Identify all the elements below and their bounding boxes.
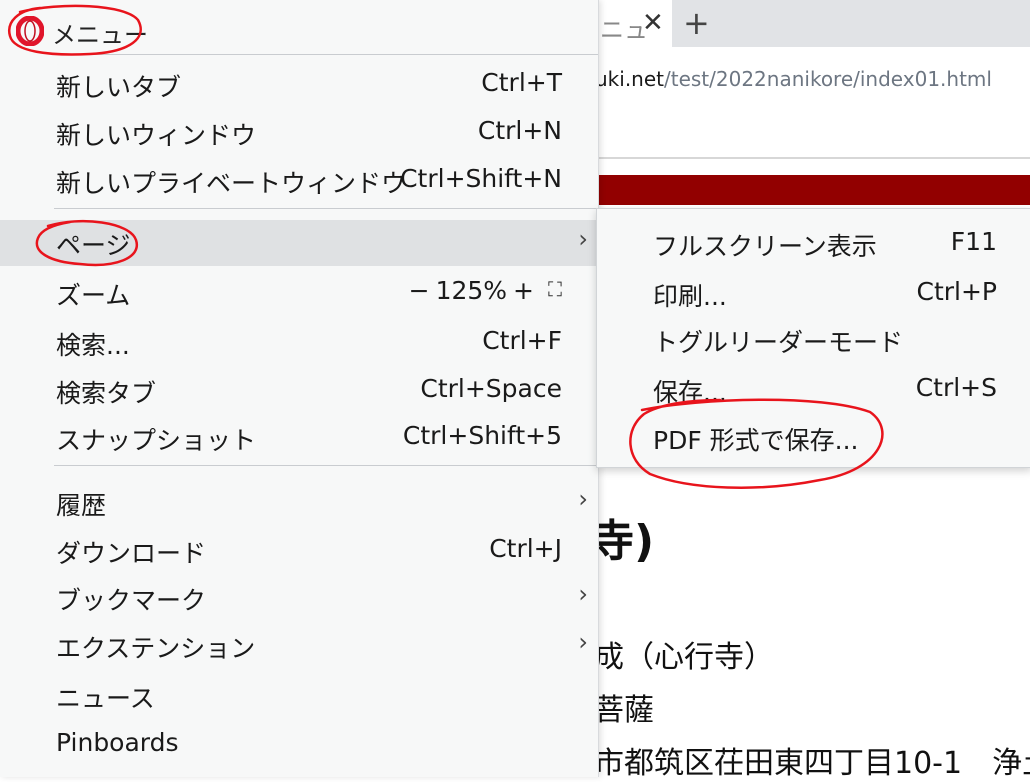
opera-logo-icon	[16, 16, 44, 46]
menu-item-find[interactable]: 検索... Ctrl+F	[0, 320, 598, 366]
tab-close-icon[interactable]: ✕	[642, 8, 664, 38]
submenu-item-save-as-pdf[interactable]: PDF 形式で保存...	[597, 415, 1030, 461]
chevron-right-icon: ›	[578, 485, 588, 513]
fullscreen-icon[interactable]: ⛶	[548, 277, 562, 301]
main-menu: メニュー 新しいタブ Ctrl+T 新しいウィンドウ Ctrl+N 新しいプライ…	[0, 0, 599, 777]
menu-item-label: 新しいタブ	[56, 73, 182, 102]
menu-item-search-tabs[interactable]: 検索タブ Ctrl+Space	[0, 368, 598, 414]
menu-item-pinboards[interactable]: Pinboards	[0, 722, 598, 768]
url-host: uki.net	[595, 67, 664, 91]
menu-item-news[interactable]: ニュース	[0, 673, 598, 719]
menu-item-snapshot[interactable]: スナップショット Ctrl+Shift+5	[0, 415, 598, 461]
page-line-3: 市都筑区茌田東四丁目10-1 浄土	[594, 746, 1030, 781]
menu-title: メニュー	[52, 21, 148, 49]
submenu-item-reader-mode[interactable]: トグルリーダーモード	[597, 317, 1030, 363]
shortcut-text: Ctrl+P	[916, 277, 997, 306]
page-line-2: 菩薩	[594, 693, 654, 728]
menu-item-label: 新しいウィンドウ	[56, 121, 257, 150]
submenu-item-label: トグルリーダーモード	[653, 328, 904, 357]
shortcut-text: F11	[950, 227, 997, 256]
chevron-right-icon: ›	[578, 628, 588, 656]
menu-item-label: 履歴	[56, 491, 107, 520]
zoom-out-button[interactable]: −	[409, 276, 430, 305]
submenu-item-label: PDF 形式で保存...	[653, 426, 859, 455]
submenu-item-print[interactable]: 印刷... Ctrl+P	[597, 271, 1030, 317]
zoom-level: 125%	[435, 276, 508, 305]
shortcut-text: Ctrl+N	[477, 116, 562, 145]
menu-item-label: 検索タブ	[56, 379, 157, 408]
menu-header[interactable]: メニュー	[0, 0, 598, 54]
menu-item-label: 新しいプライベートウィンドウ	[56, 169, 407, 198]
menu-item-label: Pinboards	[56, 728, 179, 757]
menu-item-label: ダウンロード	[56, 539, 207, 568]
menu-item-label: スナップショット	[56, 426, 257, 455]
menu-item-new-window[interactable]: 新しいウィンドウ Ctrl+N	[0, 110, 598, 156]
menu-item-extensions[interactable]: エクステンション ›	[0, 623, 598, 669]
page-banner	[590, 175, 1030, 205]
chevron-right-icon: ›	[578, 225, 588, 253]
submenu-item-save[interactable]: 保存... Ctrl+S	[597, 367, 1030, 413]
submenu-item-label: 保存...	[653, 378, 727, 407]
menu-item-label: ズーム	[56, 281, 131, 310]
active-tab[interactable]: ニュ ✕	[590, 0, 672, 47]
shortcut-text: Ctrl+Shift+N	[400, 164, 562, 193]
submenu-item-label: フルスクリーン表示	[653, 232, 877, 261]
chevron-right-icon: ›	[578, 580, 588, 608]
address-bar[interactable]: uki.net/test/2022nanikore/index01.html	[590, 47, 1030, 159]
zoom-controls: −125% + ⛶	[409, 276, 562, 305]
page-submenu: フルスクリーン表示 F11 印刷... Ctrl+P トグルリーダーモード 保存…	[596, 208, 1030, 468]
menu-item-downloads[interactable]: ダウンロード Ctrl+J	[0, 528, 598, 574]
submenu-item-fullscreen[interactable]: フルスクリーン表示 F11	[597, 221, 1030, 267]
shortcut-text: Ctrl+J	[489, 534, 562, 563]
url-path: /test/2022nanikore/index01.html	[664, 67, 992, 91]
menu-item-history[interactable]: 履歴 ›	[0, 480, 598, 526]
menu-item-label: 検索...	[56, 331, 130, 360]
new-tab-button[interactable]: +	[683, 4, 710, 42]
shortcut-text: Ctrl+F	[482, 326, 562, 355]
menu-item-page[interactable]: ページ ›	[0, 220, 598, 266]
shortcut-text: Ctrl+Space	[420, 374, 562, 403]
menu-item-zoom: ズーム −125% + ⛶	[0, 270, 598, 316]
menu-item-new-private-window[interactable]: 新しいプライベートウィンドウ Ctrl+Shift+N	[0, 158, 598, 204]
menu-item-label: ブックマーク	[56, 586, 207, 615]
separator	[54, 208, 598, 209]
submenu-item-label: 印刷...	[653, 282, 727, 311]
menu-item-label: ニュース	[56, 684, 155, 713]
url-text[interactable]: uki.net/test/2022nanikore/index01.html	[595, 67, 992, 91]
page-heading: 寺)	[590, 516, 655, 567]
shortcut-text: Ctrl+T	[481, 68, 562, 97]
page-line-1: 成（心行寺）	[594, 640, 774, 675]
separator	[54, 465, 598, 466]
shortcut-text: Ctrl+Shift+5	[402, 421, 562, 450]
menu-item-bookmarks[interactable]: ブックマーク ›	[0, 575, 598, 621]
menu-item-new-tab[interactable]: 新しいタブ Ctrl+T	[0, 62, 598, 108]
shortcut-text: Ctrl+S	[915, 373, 997, 402]
tab-title: ニュ	[600, 16, 648, 44]
zoom-in-button[interactable]: +	[513, 276, 534, 305]
menu-item-label: エクステンション	[56, 634, 256, 663]
menu-item-label: ページ	[56, 231, 131, 260]
separator	[54, 54, 598, 55]
